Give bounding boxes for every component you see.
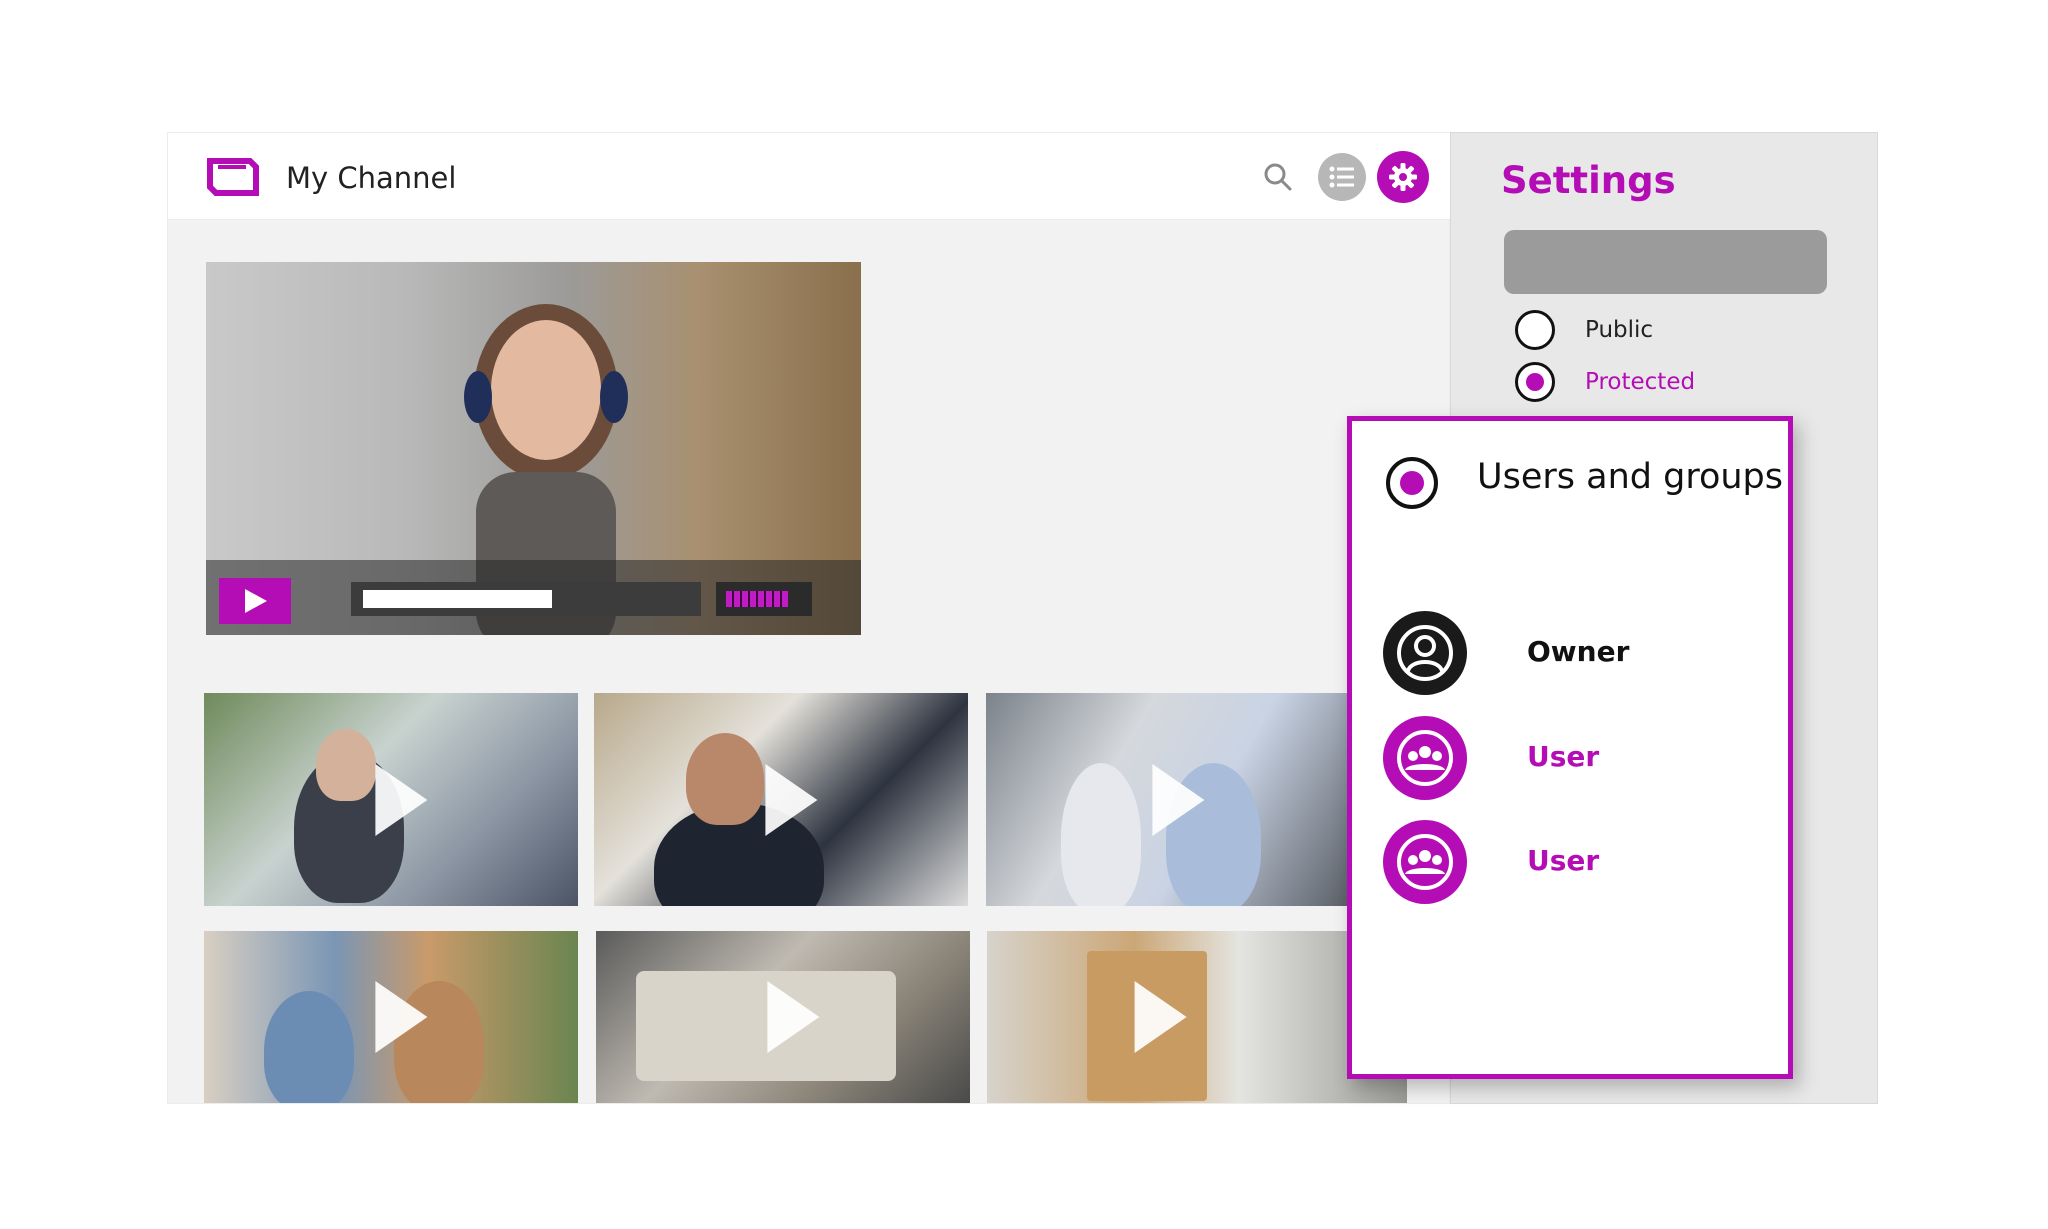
channel-logo-icon <box>207 158 259 196</box>
video-controls <box>206 560 861 635</box>
play-icon[interactable] <box>767 981 820 1053</box>
channel-title: My Channel <box>286 161 457 195</box>
video-thumbnail[interactable] <box>204 931 578 1103</box>
volume-control[interactable] <box>716 582 812 616</box>
list-view-button[interactable] <box>1318 153 1366 201</box>
group-icon <box>1397 730 1453 786</box>
search-button[interactable] <box>1258 157 1298 197</box>
protected-label: Protected <box>1585 369 1696 395</box>
user-avatar[interactable] <box>1383 820 1467 904</box>
volume-level <box>726 591 788 607</box>
gear-icon <box>1389 163 1417 191</box>
owner-avatar[interactable] <box>1383 611 1467 695</box>
thumbnail-person <box>264 991 354 1103</box>
owner-label: Owner <box>1527 635 1630 668</box>
visibility-option-public[interactable]: Public <box>1515 310 1653 350</box>
settings-button[interactable] <box>1377 151 1429 203</box>
visibility-option-protected[interactable]: Protected <box>1515 362 1695 402</box>
play-icon[interactable] <box>375 763 428 836</box>
play-icon[interactable] <box>1134 981 1187 1053</box>
featured-video[interactable] <box>206 262 861 635</box>
users-and-groups-radio[interactable] <box>1386 457 1438 509</box>
public-radio[interactable] <box>1515 310 1555 350</box>
play-icon[interactable] <box>1152 763 1205 836</box>
users-and-groups-title: Users and groups <box>1477 457 1783 497</box>
public-label: Public <box>1585 317 1654 343</box>
user-label: User <box>1527 844 1600 877</box>
play-button[interactable] <box>219 578 291 624</box>
settings-title: Settings <box>1501 159 1676 202</box>
video-thumbnail[interactable] <box>986 693 1350 906</box>
play-icon[interactable] <box>375 981 428 1053</box>
thumbnail-person <box>1061 763 1141 906</box>
play-icon[interactable] <box>765 763 818 836</box>
video-thumbnail[interactable] <box>596 931 970 1103</box>
thumbnail-table <box>636 971 896 1081</box>
video-progress-bar[interactable] <box>351 582 701 616</box>
video-thumbnail[interactable] <box>204 693 578 906</box>
channel-header: My Channel <box>168 133 1451 220</box>
user-avatar[interactable] <box>1383 716 1467 800</box>
thumbnail-face <box>316 729 376 801</box>
video-thumbnail[interactable] <box>594 693 968 906</box>
group-icon <box>1397 834 1453 890</box>
video-thumbnail[interactable] <box>987 931 1407 1103</box>
search-icon <box>1264 163 1292 191</box>
users-and-groups-popover: Users and groups Owner User User <box>1347 416 1793 1079</box>
video-progress-fill <box>363 590 552 608</box>
thumbnail-face <box>686 733 764 825</box>
list-icon <box>1329 166 1354 188</box>
protected-radio[interactable] <box>1515 362 1555 402</box>
settings-field[interactable] <box>1504 230 1827 294</box>
user-icon <box>1397 625 1453 681</box>
user-label: User <box>1527 740 1600 773</box>
